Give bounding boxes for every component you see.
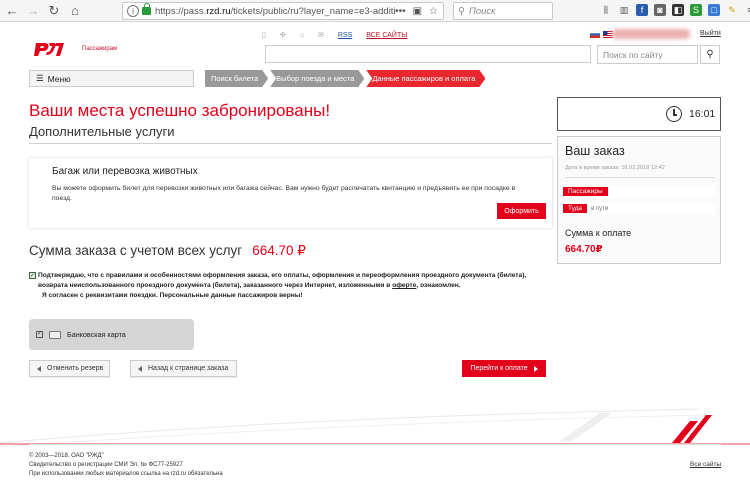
info-icon[interactable]: i <box>127 5 139 17</box>
agreement-confirm-text: Я согласен с реквизитами поездки. Персон… <box>42 292 303 299</box>
sitemap-icon[interactable]: ✣ <box>280 31 286 39</box>
reload-icon[interactable]: ↻ <box>45 2 63 20</box>
forward-icon[interactable]: → <box>24 2 42 20</box>
extension-blue-icon[interactable]: f <box>636 4 648 16</box>
chevron-left-icon <box>37 365 41 372</box>
offer-link[interactable]: оферте <box>392 282 416 289</box>
agreement-block: ✓ Подтверждаю, что с правилами и особенн… <box>29 271 549 301</box>
agreement-checkbox[interactable]: ✓ <box>29 272 36 279</box>
logo-caption: Пассажирам <box>82 46 118 52</box>
hamburger-icon: ☰ <box>36 73 44 83</box>
order-sum: Сумма заказа с учетом всех услуг 664.70 ₽ <box>29 243 306 258</box>
back-icon[interactable]: ← <box>3 2 21 20</box>
chevron-left-icon <box>138 365 142 372</box>
browser-search-input[interactable]: ⚲ Поиск <box>453 2 553 20</box>
timer-value: 16:01 <box>689 108 716 120</box>
footer-decoration <box>0 408 750 448</box>
pay-amount: 664.70₽ <box>565 244 603 255</box>
mail-icon[interactable]: ✉ <box>318 31 324 39</box>
search-icon: ⚲ <box>458 5 465 17</box>
chevron-right-icon <box>533 365 538 372</box>
mobile-icon[interactable]: ▯ <box>262 31 266 39</box>
pay-label: Сумма к оплате <box>565 228 632 238</box>
baggage-card: Багаж или перевозка животных Вы можете о… <box>29 158 552 228</box>
header-wide-search[interactable] <box>265 45 591 63</box>
breadcrumb-step-train[interactable]: Выбор поезда и места <box>270 70 364 87</box>
menu-button[interactable]: ☰ Меню <box>29 70 194 87</box>
home-icon[interactable]: ⌂ <box>66 2 84 20</box>
baggage-order-button[interactable]: Оформить <box>497 203 546 219</box>
payment-method-checkbox[interactable]: ✓ <box>36 331 43 338</box>
address-bar[interactable]: i https://pass.rzd.ru/tickets/public/ru?… <box>122 2 444 20</box>
order-sum-amount: 664.70 ₽ <box>252 243 306 258</box>
baggage-title: Багаж или перевозка животных <box>52 166 198 177</box>
header-links: ▯ ✣ ⌂ ✉ RSS ВСЕ САЙТЫ <box>262 31 407 40</box>
proceed-to-payment-button[interactable]: Перейти к оплате <box>462 360 546 377</box>
extension-blue2-icon[interactable]: □ <box>708 4 720 16</box>
home-link-icon[interactable]: ⌂ <box>300 32 304 39</box>
extension-yellow-icon[interactable]: ✎ <box>726 4 738 16</box>
order-date: Дата и время заказа: 16.02.2018 12:42 <box>565 165 665 171</box>
language-flags <box>590 31 613 38</box>
passengers-tag[interactable]: Пассажиры <box>563 187 608 196</box>
breadcrumb-step-passengers: Данные пассажиров и оплата <box>366 70 485 87</box>
page-actions-icon[interactable]: ••• <box>395 6 406 17</box>
search-icon: ⚲ <box>706 49 714 60</box>
order-summary: Ваш заказ Дата и время заказа: 16.02.201… <box>557 136 721 264</box>
url-text: https://pass.rzd.ru/tickets/public/ru?la… <box>155 5 396 17</box>
site-search-button[interactable]: ⚲ <box>700 45 720 64</box>
lock-icon <box>142 3 151 15</box>
breadcrumb: Поиск билета Выбор поезда и места Данные… <box>205 70 487 87</box>
extension-bar: ⫼ ▥ f ◙ ◧ S □ ✎ ≡ <box>600 4 750 16</box>
reservation-timer: 16:01 <box>557 97 721 131</box>
rzd-logo[interactable] <box>34 39 66 57</box>
sidebar-icon[interactable]: ▥ <box>618 4 630 16</box>
extension-grey-icon[interactable]: ◙ <box>654 4 666 16</box>
footer-all-sites-link[interactable]: Все сайты <box>690 461 721 468</box>
pocket-icon[interactable]: ▣ <box>413 6 422 17</box>
divider <box>565 177 715 178</box>
payment-method-card[interactable]: ✓ Банковская карта <box>29 319 194 350</box>
rss-link[interactable]: RSS <box>338 32 352 39</box>
flag-ru-icon[interactable] <box>590 31 600 38</box>
menu-hamburger-icon[interactable]: ≡ <box>744 4 750 16</box>
all-sites-link[interactable]: ВСЕ САЙТЫ <box>366 32 407 39</box>
credit-card-icon <box>49 330 61 339</box>
extra-services-title: Дополнительные услуги <box>29 124 175 139</box>
order-title: Ваш заказ <box>565 144 625 158</box>
order-row-passengers[interactable]: Пассажиры <box>563 185 716 198</box>
direction-sub: в пути <box>591 205 609 212</box>
user-name-blurred[interactable] <box>612 29 690 39</box>
back-to-order-button[interactable]: Назад к странице заказа <box>130 360 237 377</box>
clock-icon <box>666 106 682 122</box>
cancel-reservation-button[interactable]: Отменить резерв <box>29 360 110 377</box>
baggage-description: Вы можете оформить билет для перевозки ж… <box>52 185 516 202</box>
extension-green-icon[interactable]: S <box>690 4 702 16</box>
direction-tag[interactable]: Туда <box>563 204 588 213</box>
footer-info: © 2003—2018. ОАО "РЖД" Свидетельство о р… <box>29 453 223 477</box>
extension-dark-icon[interactable]: ◧ <box>672 4 684 16</box>
library-icon[interactable]: ⫼ <box>600 4 612 16</box>
logout-link[interactable]: Выйти <box>700 30 721 37</box>
page-title: Ваши места успешно забронированы! <box>29 101 331 120</box>
order-row-direction[interactable]: Туда в пути <box>563 202 716 215</box>
breadcrumb-step-search[interactable]: Поиск билета <box>205 70 268 87</box>
site-search-input[interactable]: Поиск по сайту <box>597 45 698 64</box>
footer-divider <box>29 444 721 445</box>
divider <box>29 143 552 144</box>
bookmark-star-icon[interactable]: ☆ <box>429 6 438 17</box>
